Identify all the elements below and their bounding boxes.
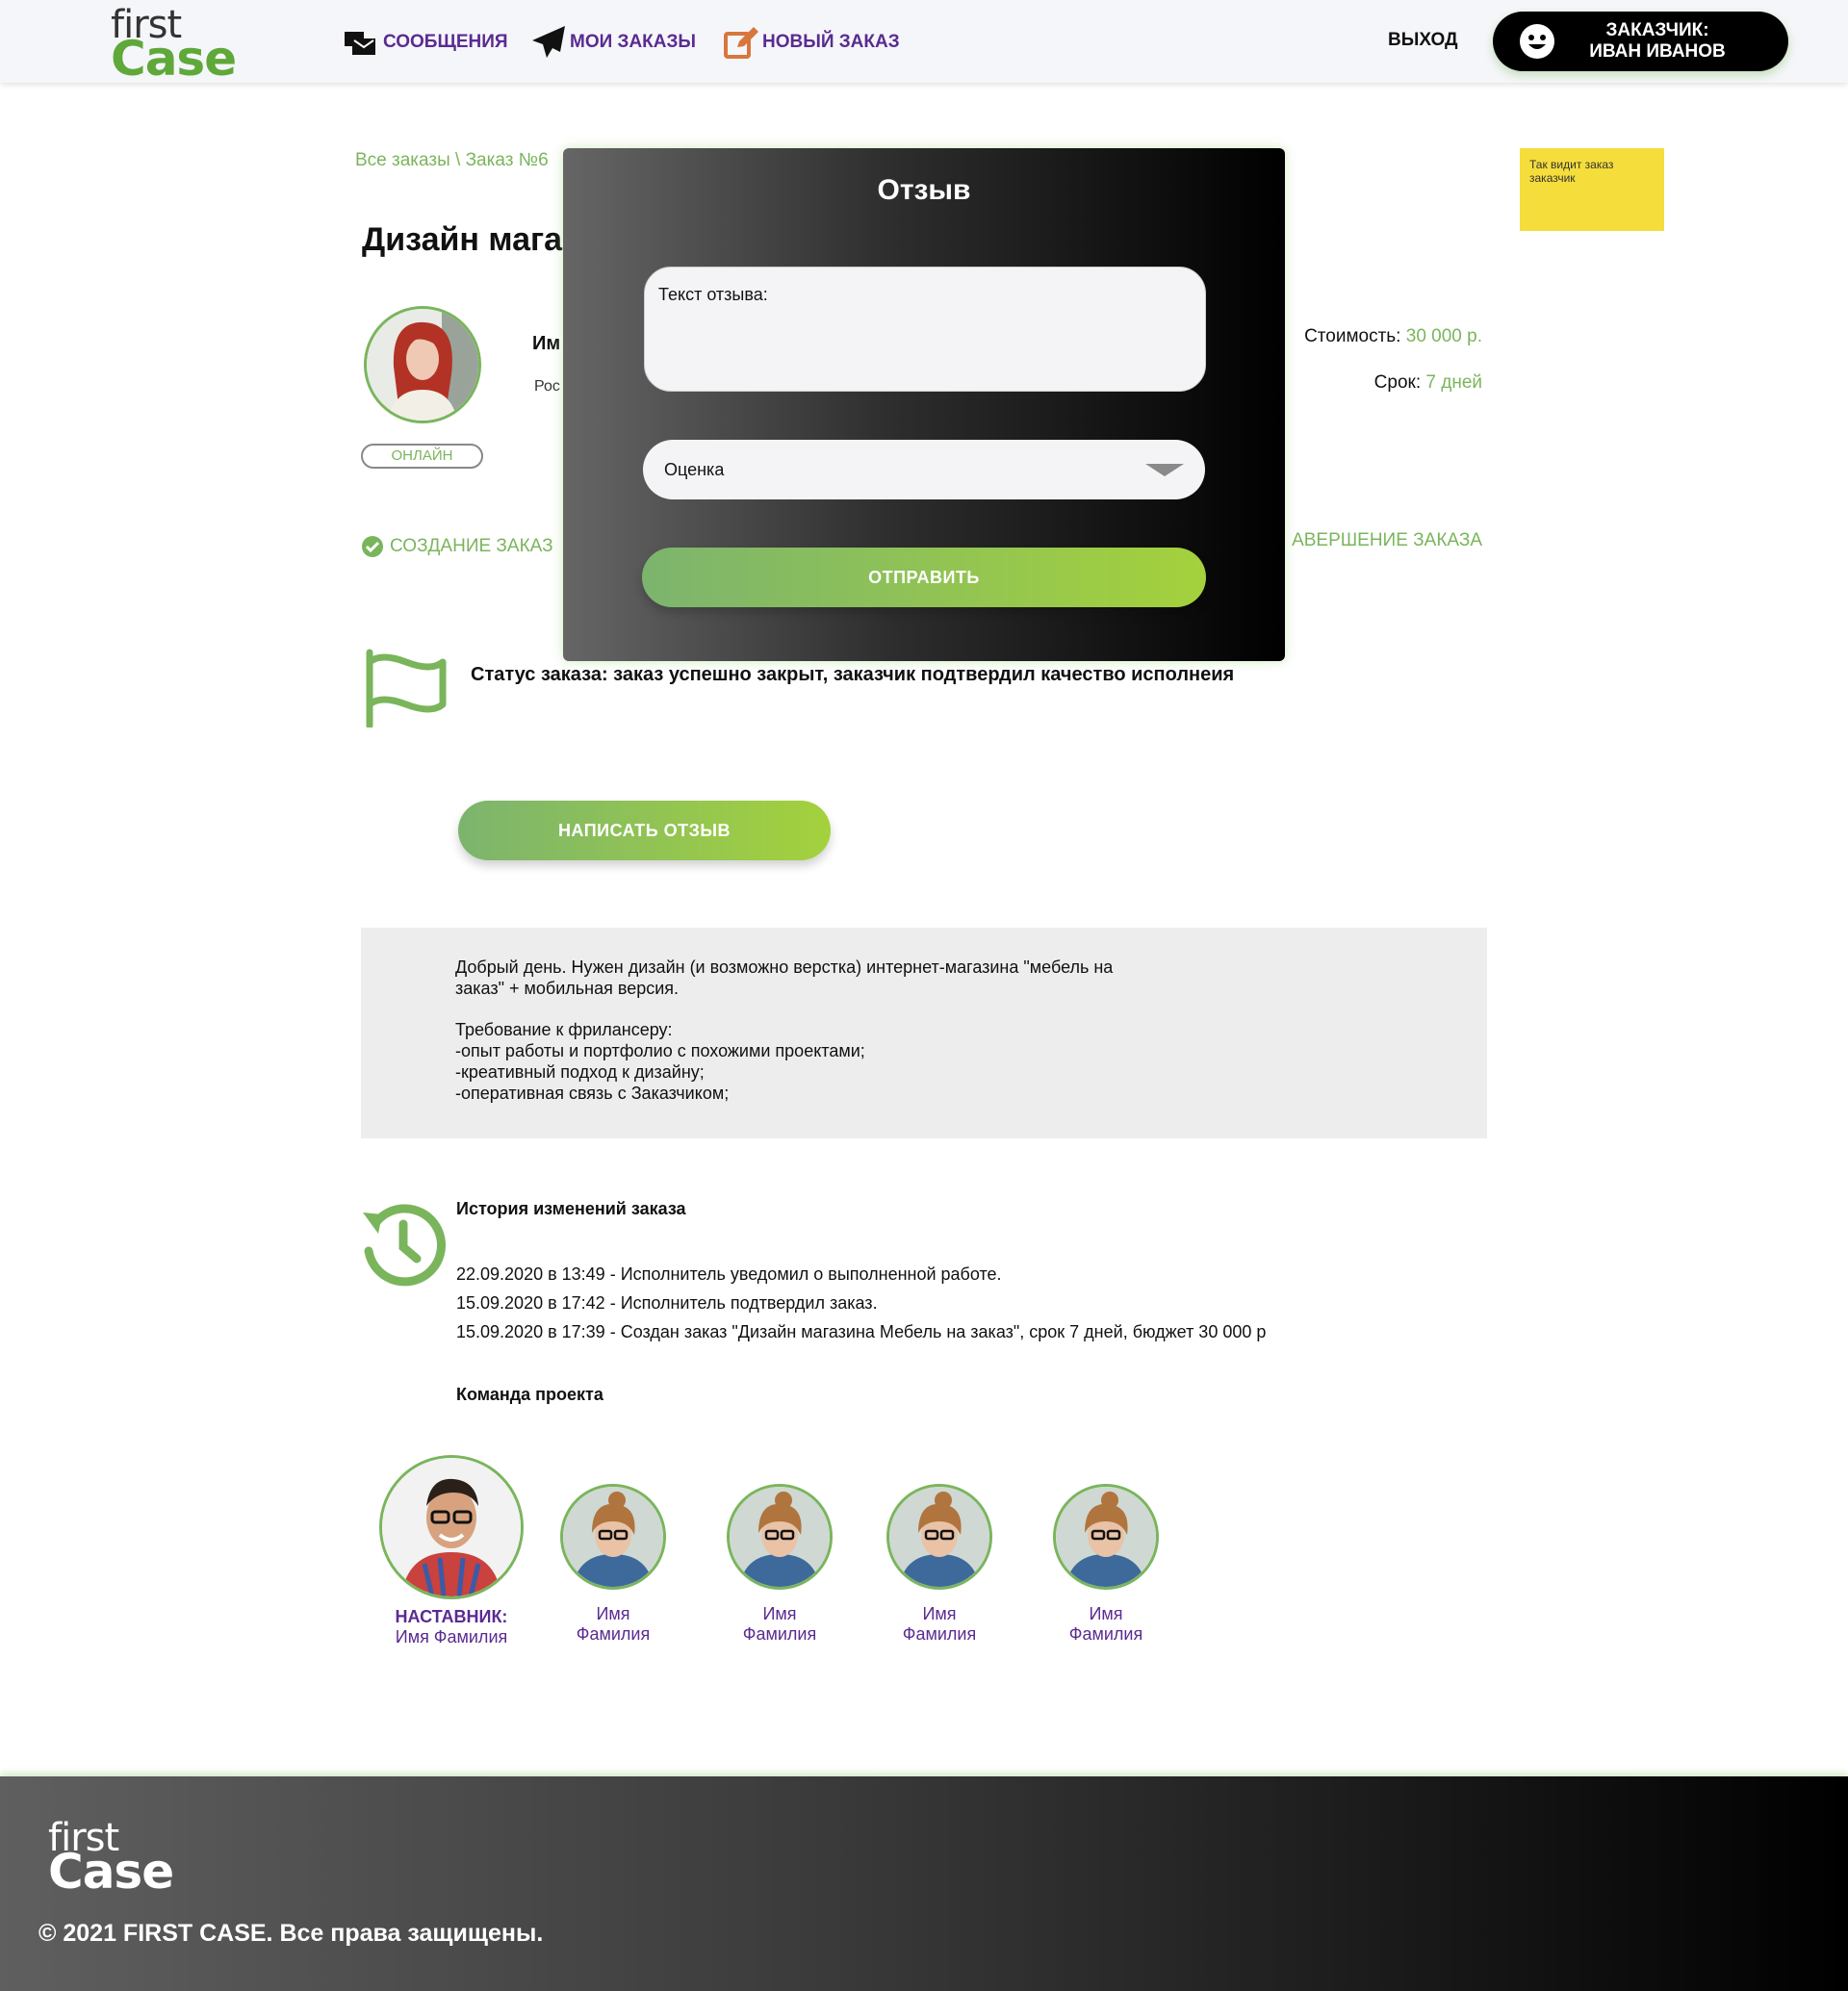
team-member[interactable]: Имя Фамилия: [1040, 1484, 1171, 1645]
smiley-icon: [1520, 24, 1554, 59]
member-avatar: [727, 1484, 833, 1590]
review-modal: Отзыв Текст отзыва: Оценка ОТПРАВИТЬ: [563, 148, 1285, 661]
step-created: СОЗДАНИЕ ЗАКАЗ: [361, 535, 553, 558]
customer-view-note: Так видит заказ заказчик: [1520, 148, 1664, 231]
user-name: ИВАН ИВАНОВ: [1589, 41, 1726, 62]
team-title: Команда проекта: [456, 1385, 603, 1404]
cost-label: Стоимость:: [1304, 326, 1401, 346]
team-member[interactable]: Имя Фамилия: [874, 1484, 1005, 1645]
user-role: ЗАКАЗЧИК:: [1605, 20, 1709, 40]
member-photo: [563, 1487, 663, 1587]
copyright: © 2021 FIRST CASE. Все права защищены.: [38, 1920, 544, 1947]
member-first-name: Имя: [1089, 1604, 1123, 1623]
mentor-photo: [382, 1458, 521, 1596]
footer-logo-case: Case: [48, 1844, 174, 1900]
online-badge: ОНЛАЙН: [361, 444, 483, 469]
member-photo: [730, 1487, 830, 1587]
nav-new-order-label: НОВЫЙ ЗАКАЗ: [762, 32, 900, 52]
member-photo: [1056, 1487, 1156, 1587]
member-last-name: Фамилия: [902, 1624, 977, 1644]
description-requirements: Требование к фрилансеру: -опыт работы и …: [455, 1020, 865, 1103]
member-first-name: Имя: [762, 1604, 797, 1623]
chevron-down-icon: [1145, 464, 1184, 476]
check-circle-icon: [362, 536, 383, 557]
nav-my-orders-label: МОИ ЗАКАЗЫ: [570, 32, 696, 52]
paper-plane-icon: [532, 26, 565, 58]
member-photo: [889, 1487, 989, 1587]
executor-name[interactable]: Им: [532, 333, 560, 355]
member-avatar: [1053, 1484, 1159, 1590]
nav-messages[interactable]: СООБЩЕНИЯ: [343, 26, 508, 59]
order-term: Срок: 7 дней: [1374, 372, 1482, 394]
logo-case: Case: [111, 31, 237, 87]
term-value: 7 дней: [1425, 372, 1482, 393]
history-icon: [363, 1204, 446, 1287]
mentor-role: НАСТАВНИК:: [395, 1607, 508, 1626]
nav-new-order[interactable]: НОВЫЙ ЗАКАЗ: [724, 26, 900, 59]
order-cost: Стоимость: 30 000 р.: [1304, 326, 1482, 347]
nav-messages-label: СООБЩЕНИЯ: [383, 32, 508, 52]
rating-select-label: Оценка: [664, 459, 725, 479]
executor-avatar: [364, 306, 481, 423]
history-item: 22.09.2020 в 13:49 - Исполнитель уведоми…: [456, 1264, 1002, 1284]
member-first-name: Имя: [596, 1604, 630, 1623]
step-finished-label: АВЕРШЕНИЕ ЗАКАЗА: [1292, 530, 1482, 550]
edit-icon: [724, 27, 758, 59]
step-created-label: СОЗДАНИЕ ЗАКАЗ: [390, 536, 553, 556]
user-profile-button[interactable]: ЗАКАЗЧИК: ИВАН ИВАНОВ: [1493, 12, 1788, 71]
footer-logo[interactable]: first Case: [48, 1819, 174, 1900]
submit-review-button[interactable]: ОТПРАВИТЬ: [642, 548, 1206, 607]
member-first-name: Имя: [922, 1604, 957, 1623]
order-description: Добрый день. Нужен дизайн (и возможно ве…: [361, 928, 1487, 1138]
order-status: Статус заказа: заказ успешно закрыт, зак…: [471, 664, 1235, 685]
cost-value: 30 000 р.: [1405, 326, 1482, 346]
flag-icon: [366, 649, 447, 727]
history-title: История изменений заказа: [456, 1199, 686, 1218]
mentor-name: Имя Фамилия: [395, 1627, 508, 1646]
team-member[interactable]: Имя Фамилия: [548, 1484, 679, 1645]
member-avatar: [560, 1484, 666, 1590]
executor-photo: [367, 309, 478, 421]
rating-select[interactable]: Оценка: [643, 440, 1205, 499]
modal-title: Отзыв: [877, 174, 971, 206]
member-avatar: [886, 1484, 992, 1590]
breadcrumb[interactable]: Все заказы \ Заказ №6: [355, 150, 549, 171]
exit-link[interactable]: ВЫХОД: [1388, 30, 1458, 51]
mentor-avatar: [379, 1455, 524, 1599]
nav-my-orders[interactable]: МОИ ЗАКАЗЫ: [531, 26, 696, 59]
top-header: first Case СООБЩЕНИЯ МОИ ЗАКАЗЫ НОВЫЙ ЗА…: [0, 0, 1848, 83]
description-paragraph: Добрый день. Нужен дизайн (и возможно ве…: [455, 957, 1114, 998]
history-item: 15.09.2020 в 17:39 - Создан заказ "Дизай…: [456, 1322, 1267, 1341]
executor-location: Рос: [534, 378, 560, 395]
member-last-name: Фамилия: [742, 1624, 817, 1644]
page-footer: first Case: [0, 1776, 1848, 1991]
team-mentor[interactable]: НАСТАВНИК: Имя Фамилия: [370, 1455, 533, 1647]
member-last-name: Фамилия: [576, 1624, 651, 1644]
order-title: Дизайн мага: [362, 221, 563, 258]
messages-icon: [345, 32, 375, 55]
write-review-button[interactable]: НАПИСАТЬ ОТЗЫВ: [458, 801, 831, 860]
history-list: 22.09.2020 в 13:49 - Исполнитель уведоми…: [456, 1260, 1266, 1346]
history-item: 15.09.2020 в 17:42 - Исполнитель подтвер…: [456, 1293, 878, 1313]
team-member[interactable]: Имя Фамилия: [714, 1484, 845, 1645]
member-last-name: Фамилия: [1068, 1624, 1143, 1644]
review-text-field[interactable]: Текст отзыва:: [644, 267, 1206, 392]
brand-logo[interactable]: first Case: [111, 6, 237, 87]
term-label: Срок:: [1373, 372, 1422, 393]
review-text-label: Текст отзыва:: [658, 285, 768, 304]
